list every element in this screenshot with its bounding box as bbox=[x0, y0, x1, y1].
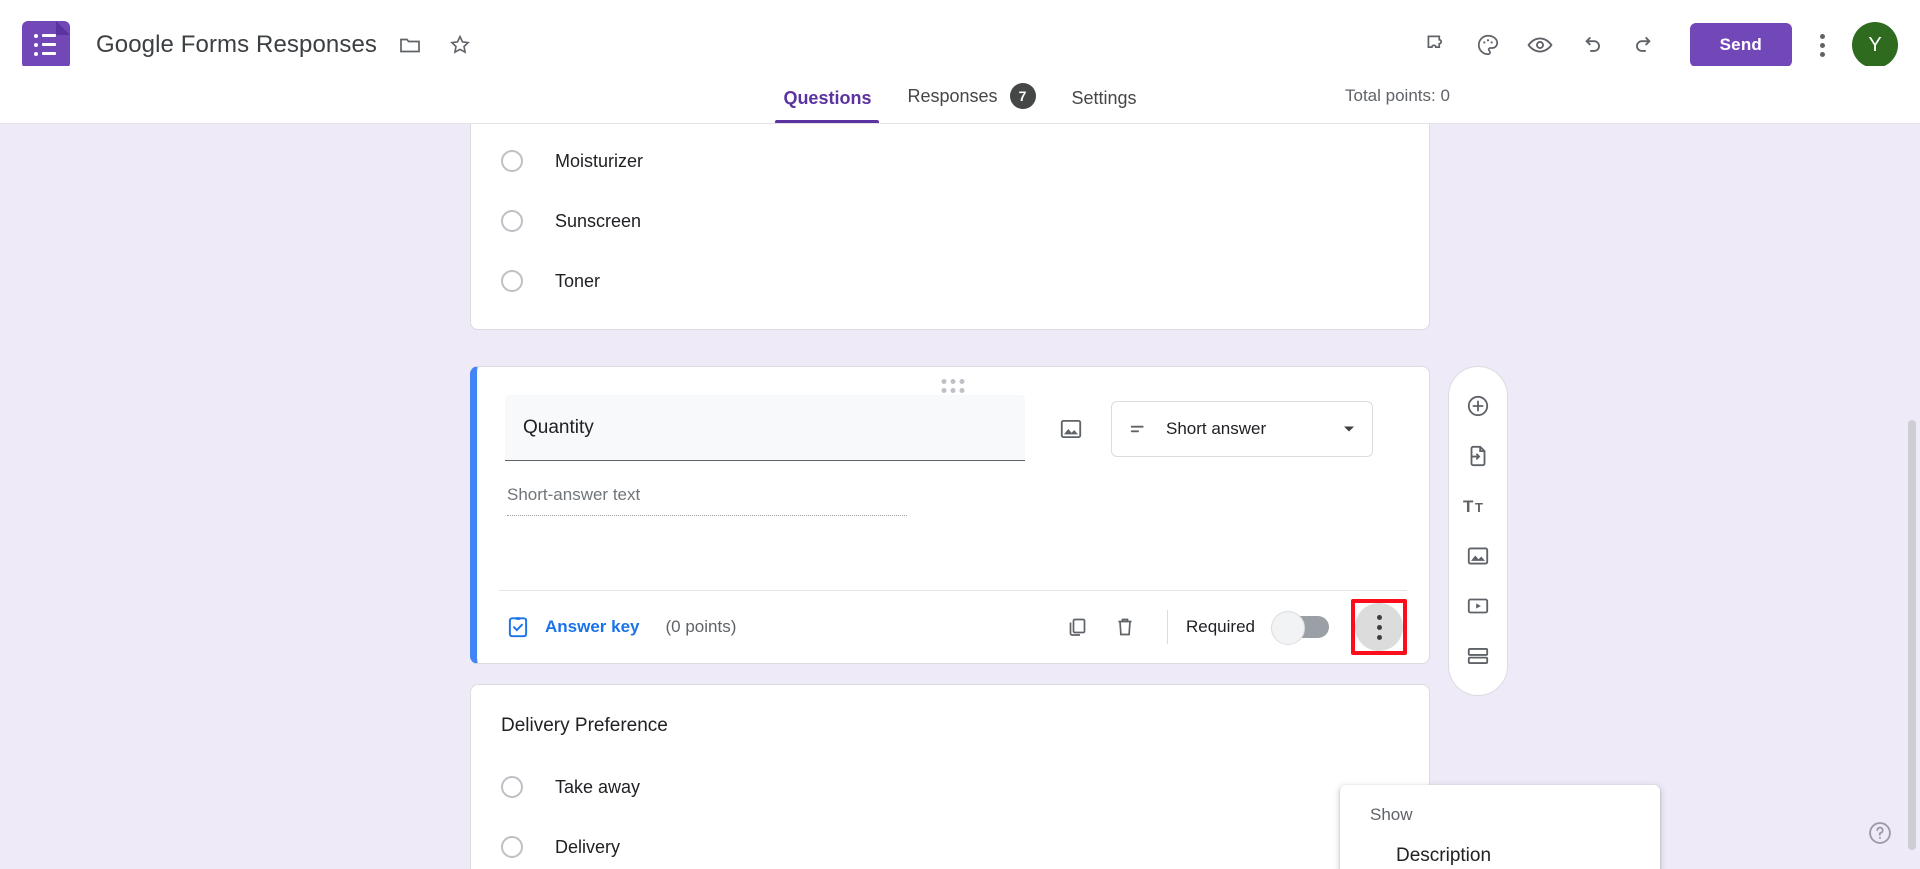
star-icon[interactable] bbox=[443, 28, 477, 62]
question-options-menu: Show Description Response validation bbox=[1340, 785, 1660, 869]
help-circle-icon[interactable] bbox=[1860, 813, 1900, 853]
total-points-label: Total points: 0 bbox=[1345, 86, 1450, 105]
short-answer-icon bbox=[1130, 425, 1144, 433]
question-card-footer: Answer key (0 points) Required bbox=[477, 591, 1429, 663]
add-image-icon[interactable] bbox=[1452, 531, 1504, 581]
option-row[interactable]: Toner bbox=[471, 251, 1429, 311]
short-answer-preview: Short-answer text bbox=[507, 485, 907, 516]
tab-responses-label: Responses bbox=[907, 85, 998, 106]
tab-responses[interactable]: Responses 7 bbox=[889, 83, 1053, 123]
tab-questions-label: Questions bbox=[783, 88, 872, 108]
trash-icon[interactable] bbox=[1101, 603, 1149, 651]
vertical-scrollbar[interactable] bbox=[1908, 420, 1916, 850]
more-options-highlight bbox=[1351, 599, 1407, 655]
option-label: Toner bbox=[555, 270, 601, 291]
svg-text:T: T bbox=[1475, 500, 1483, 515]
question-type-select[interactable]: Short answer bbox=[1111, 401, 1373, 457]
question-title-input[interactable]: Quantity bbox=[505, 395, 1025, 461]
send-button[interactable]: Send bbox=[1689, 23, 1792, 67]
answer-key-label: Answer key bbox=[545, 617, 640, 636]
radio-icon[interactable] bbox=[501, 150, 523, 172]
answer-key-button[interactable]: Answer key bbox=[505, 614, 640, 640]
question-card-quantity[interactable]: Quantity Short answer Short-answer text bbox=[470, 366, 1430, 664]
header-actions bbox=[1412, 21, 1668, 69]
tab-settings[interactable]: Settings bbox=[1054, 88, 1155, 123]
responses-count-badge: 7 bbox=[1009, 83, 1036, 109]
avatar[interactable]: Y bbox=[1852, 22, 1898, 68]
points-label: (0 points) bbox=[665, 617, 737, 636]
tab-bar: Questions Responses 7 Settings Total poi… bbox=[0, 66, 1920, 124]
question-more-options[interactable] bbox=[1351, 599, 1407, 655]
tab-settings-label: Settings bbox=[1071, 88, 1137, 108]
page-title[interactable]: Google Forms Responses bbox=[96, 31, 377, 59]
add-item-toolbar: T T bbox=[1448, 366, 1508, 696]
question-title: Delivery Preference bbox=[501, 715, 668, 736]
option-label: Sunscreen bbox=[555, 210, 642, 231]
drag-handle-icon[interactable] bbox=[941, 379, 965, 393]
chevron-down-icon bbox=[1344, 426, 1354, 432]
palette-theme-icon[interactable] bbox=[1464, 21, 1512, 69]
radio-icon[interactable] bbox=[501, 210, 523, 232]
svg-text:T: T bbox=[1463, 497, 1474, 516]
required-label: Required bbox=[1186, 617, 1255, 636]
answer-key-icon bbox=[508, 617, 528, 638]
google-forms-logo-icon[interactable] bbox=[22, 21, 70, 69]
redo-icon[interactable] bbox=[1620, 21, 1668, 69]
puzzle-addons-icon[interactable] bbox=[1412, 21, 1460, 69]
answer-underline bbox=[507, 515, 907, 516]
form-canvas: Moisturizer Sunscreen Toner Quantity Sho… bbox=[0, 124, 1920, 869]
question-card-delivery[interactable]: Delivery Preference Take away Delivery bbox=[470, 684, 1430, 869]
duplicate-icon[interactable] bbox=[1053, 603, 1101, 651]
option-row[interactable]: Moisturizer bbox=[471, 131, 1429, 191]
radio-icon[interactable] bbox=[501, 270, 523, 292]
import-questions-icon[interactable] bbox=[1452, 431, 1504, 481]
add-section-icon[interactable] bbox=[1452, 631, 1504, 681]
add-image-icon[interactable] bbox=[1047, 405, 1095, 453]
question-card-skincare[interactable]: Moisturizer Sunscreen Toner bbox=[470, 124, 1430, 330]
menu-item-description[interactable]: Description bbox=[1340, 833, 1660, 869]
undo-icon[interactable] bbox=[1568, 21, 1616, 69]
add-video-icon[interactable] bbox=[1452, 581, 1504, 631]
add-question-icon[interactable] bbox=[1452, 381, 1504, 431]
menu-section-label: Show bbox=[1370, 805, 1413, 824]
option-row[interactable]: Take away bbox=[471, 757, 1429, 817]
question-type-value: Short answer bbox=[1166, 419, 1267, 438]
option-row[interactable]: Sunscreen bbox=[471, 191, 1429, 251]
short-answer-placeholder: Short-answer text bbox=[507, 485, 641, 504]
required-toggle[interactable] bbox=[1271, 611, 1329, 645]
add-title-icon[interactable]: T T bbox=[1452, 481, 1504, 531]
folder-icon[interactable] bbox=[393, 28, 427, 62]
tab-questions[interactable]: Questions bbox=[765, 88, 889, 123]
option-row[interactable]: Delivery bbox=[471, 817, 1429, 869]
option-label: Take away bbox=[555, 776, 641, 797]
eye-preview-icon[interactable] bbox=[1516, 21, 1564, 69]
option-label: Delivery bbox=[555, 836, 621, 857]
divider bbox=[1167, 610, 1168, 644]
radio-icon[interactable] bbox=[501, 776, 523, 798]
radio-icon[interactable] bbox=[501, 836, 523, 858]
more-vertical-icon[interactable] bbox=[1802, 23, 1842, 67]
option-label: Moisturizer bbox=[555, 150, 644, 171]
